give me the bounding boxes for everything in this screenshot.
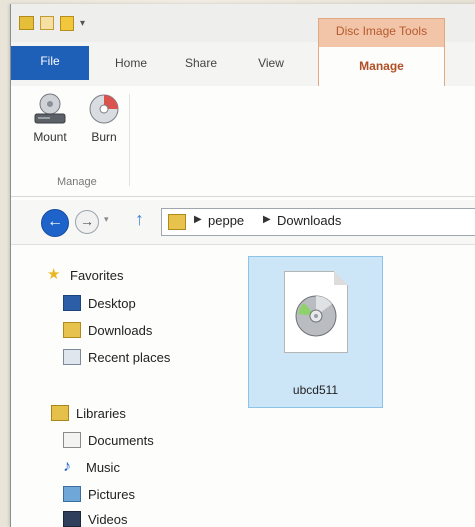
recent-locations-chevron-icon[interactable]: ▾ (104, 214, 109, 225)
breadcrumb-chevron-icon[interactable]: ▶ (194, 214, 202, 225)
disc-image-tools-header: Disc Image Tools (318, 18, 445, 47)
desktop-icon (63, 295, 81, 311)
tab-file[interactable]: File (11, 46, 89, 80)
nav-item-label: Pictures (88, 486, 135, 502)
videos-icon (63, 511, 81, 527)
nav-favorites[interactable]: ★ Favorites (47, 265, 123, 285)
navigation-pane: ★ Favorites Desktop Downloads Recent pla… (11, 245, 211, 527)
tab-share[interactable]: Share (173, 52, 229, 74)
burn-disc-icon (89, 94, 119, 124)
new-folder-icon[interactable] (60, 15, 74, 31)
nav-item-downloads[interactable]: Downloads (63, 320, 152, 340)
tab-home[interactable]: Home (101, 52, 161, 74)
nav-item-documents[interactable]: Documents (63, 430, 154, 450)
nav-item-label: Recent places (88, 349, 171, 365)
star-icon: ★ (47, 266, 61, 283)
nav-item-pictures[interactable]: Pictures (63, 484, 135, 504)
nav-item-videos[interactable]: Videos (63, 509, 128, 527)
tab-view[interactable]: View (243, 52, 299, 74)
mount-label: Mount (33, 130, 67, 144)
navigation-bar: ← → ▾ ↑ ▶ peppe ▶ Downloads (11, 200, 475, 245)
ribbon-group-divider (129, 94, 130, 186)
explorer-folder-icon (19, 16, 34, 30)
folder-location-icon (168, 214, 186, 230)
ribbon-group-label: Manage (57, 176, 97, 188)
forward-arrow-icon[interactable]: → (75, 210, 99, 234)
documents-icon (63, 432, 81, 448)
mount-drive-icon (34, 93, 66, 124)
back-arrow-icon[interactable]: ← (41, 209, 69, 237)
nav-favorites-label: Favorites (70, 267, 124, 283)
pictures-icon (63, 486, 81, 502)
ribbon-manage: Mount Burn Manage (11, 86, 475, 197)
customize-toolbar-chevron-icon[interactable]: ▾ (80, 18, 85, 29)
disc-image-file-icon (295, 295, 337, 337)
music-note-icon: ♪ (63, 458, 71, 475)
nav-libraries[interactable]: Libraries (51, 403, 126, 423)
breadcrumb-chevron-icon[interactable]: ▶ (263, 214, 271, 225)
downloads-folder-icon (63, 322, 81, 338)
nav-item-label: Videos (88, 511, 128, 527)
burn-button[interactable]: Burn (83, 92, 125, 144)
burn-label: Burn (91, 130, 117, 144)
file-page (284, 271, 348, 353)
nav-item-desktop[interactable]: Desktop (63, 293, 136, 313)
nav-item-label: Desktop (88, 295, 136, 311)
breadcrumb-downloads[interactable]: Downloads (277, 213, 341, 228)
file-item-selected[interactable]: ubcd511 (248, 256, 383, 408)
nav-item-music[interactable]: ♪ Music (63, 457, 120, 477)
mount-button[interactable]: Mount (29, 92, 71, 144)
nav-item-label: Documents (88, 432, 154, 448)
quick-access-toolbar: ▾ (19, 12, 85, 34)
nav-libraries-label: Libraries (76, 405, 126, 421)
file-fold (334, 271, 348, 285)
ribbon-tab-row: File Home Share View Manage (11, 42, 475, 87)
libraries-icon (51, 405, 69, 421)
recent-places-icon (63, 349, 81, 365)
tab-manage[interactable]: Manage (318, 46, 445, 87)
up-arrow-icon[interactable]: ↑ (135, 209, 144, 230)
file-explorer-window: ▾ File Home Share View Manage Disc Image… (10, 4, 475, 527)
nav-item-label: Music (86, 459, 120, 475)
breadcrumb-user[interactable]: peppe (208, 213, 244, 228)
nav-item-recent-places[interactable]: Recent places (63, 347, 170, 367)
file-name-label: ubcd511 (292, 383, 339, 397)
properties-icon[interactable] (40, 16, 54, 30)
address-bar[interactable]: ▶ peppe ▶ Downloads (161, 208, 475, 236)
nav-item-label: Downloads (88, 322, 153, 338)
